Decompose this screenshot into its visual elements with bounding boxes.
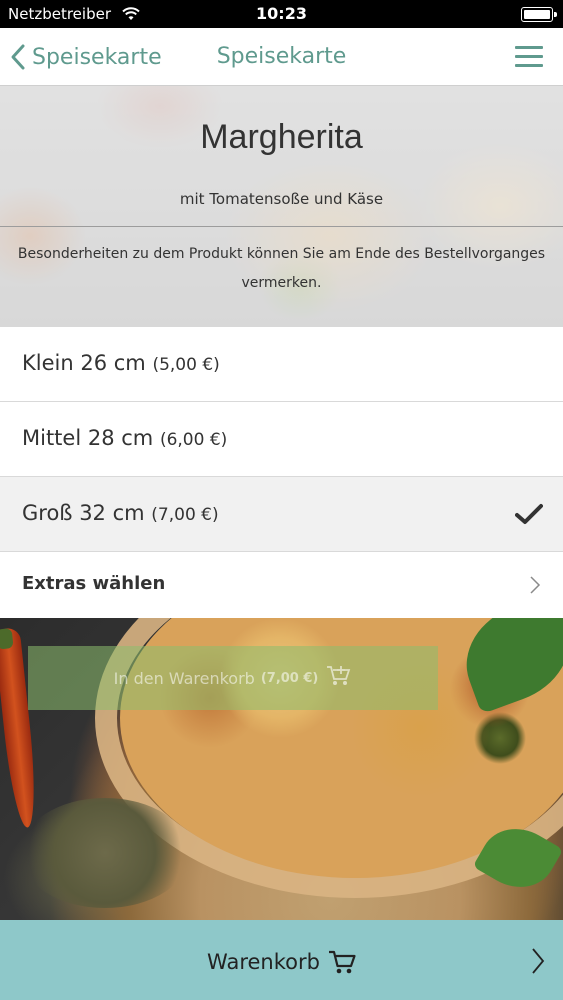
size-option-label: Groß 32 cm (7,00 €) bbox=[22, 501, 219, 525]
divider bbox=[0, 226, 563, 227]
chevron-right-icon bbox=[529, 575, 541, 599]
shopping-cart-icon bbox=[328, 950, 356, 974]
cart-bar-label-wrapper: Warenkorb bbox=[0, 949, 563, 975]
hamburger-menu-icon[interactable] bbox=[515, 46, 543, 68]
size-option-klein[interactable]: Klein 26 cm (5,00 €) bbox=[0, 327, 563, 402]
checkmark-icon bbox=[515, 503, 543, 529]
cart-bar[interactable]: Warenkorb bbox=[0, 920, 563, 1000]
dried-herbs bbox=[20, 798, 190, 908]
extras-row[interactable]: Extras wählen bbox=[0, 552, 563, 618]
chevron-right-icon bbox=[531, 947, 545, 979]
product-description: mit Tomatensoße und Käse bbox=[179, 190, 384, 208]
size-option-price: (7,00 €) bbox=[151, 505, 219, 525]
clock: 10:23 bbox=[256, 4, 307, 23]
back-button[interactable]: Speisekarte bbox=[10, 40, 162, 74]
pizza-background-image: In den Warenkorb (7,00 €) bbox=[0, 618, 563, 920]
battery-icon bbox=[521, 7, 557, 22]
status-bar: Netzbetreiber 10:23 bbox=[0, 0, 563, 28]
size-option-mittel[interactable]: Mittel 28 cm (6,00 €) bbox=[0, 402, 563, 477]
size-option-label: Klein 26 cm (5,00 €) bbox=[22, 351, 220, 375]
product-header: Margherita mit Tomatensoße und Käse Beso… bbox=[0, 86, 563, 327]
size-option-label: Mittel 28 cm (6,00 €) bbox=[22, 426, 228, 450]
navigation-bar: Speisekarte Speisekarte bbox=[0, 28, 563, 86]
product-note: Besonderheiten zu dem Produkt können Sie… bbox=[17, 246, 546, 291]
back-button-label: Speisekarte bbox=[32, 44, 162, 70]
size-option-price: (5,00 €) bbox=[152, 355, 220, 375]
cart-bar-label: Warenkorb bbox=[207, 950, 320, 974]
add-to-cart-price: (7,00 €) bbox=[260, 670, 319, 686]
add-to-cart-button[interactable]: In den Warenkorb (7,00 €) bbox=[28, 646, 438, 710]
add-to-cart-label: In den Warenkorb bbox=[113, 668, 255, 688]
extras-label: Extras wählen bbox=[22, 573, 166, 594]
size-option-price: (6,00 €) bbox=[159, 430, 228, 450]
size-option-gross[interactable]: Groß 32 cm (7,00 €) bbox=[0, 477, 563, 552]
size-options-list: Klein 26 cm (5,00 €) Mittel 28 cm (6,00 … bbox=[0, 327, 563, 618]
chevron-left-icon bbox=[11, 44, 25, 70]
cart-plus-icon bbox=[326, 665, 352, 691]
product-name: Margherita bbox=[200, 118, 363, 156]
